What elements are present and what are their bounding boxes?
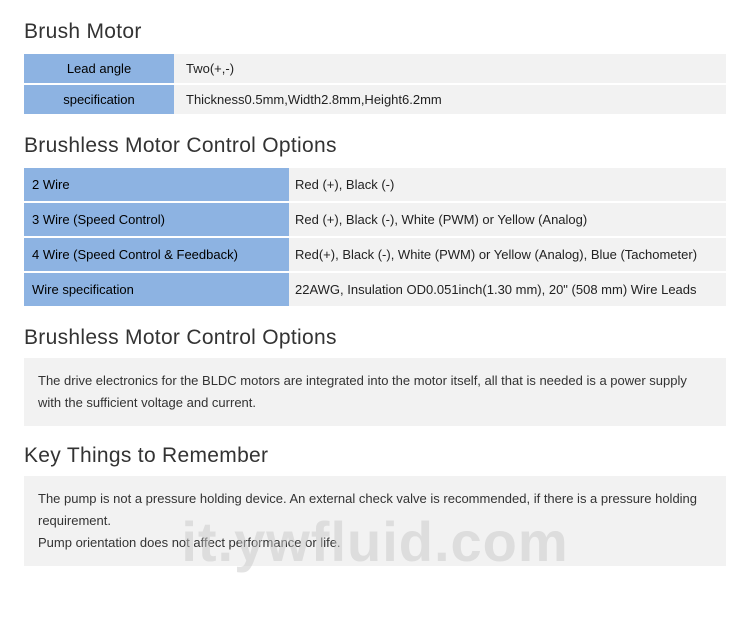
control-options-info: The drive electronics for the BLDC motor…	[24, 358, 726, 426]
section-title-control-options-text: Brushless Motor Control Options	[24, 326, 726, 350]
option-value: Red (+), Black (-)	[289, 168, 726, 201]
table-row: 4 Wire (Speed Control & Feedback) Red(+)…	[24, 238, 726, 271]
table-row: Lead angle Two(+,-)	[24, 54, 726, 83]
section-title-control-options: Brushless Motor Control Options	[24, 134, 726, 158]
option-value: Red(+), Black (-), White (PWM) or Yellow…	[289, 238, 726, 271]
table-row: 3 Wire (Speed Control) Red (+), Black (-…	[24, 203, 726, 236]
key-things-info: The pump is not a pressure holding devic…	[24, 476, 726, 566]
option-value: 22AWG, Insulation OD0.051inch(1.30 mm), …	[289, 273, 726, 306]
spec-label: Lead angle	[24, 54, 174, 83]
table-row: 2 Wire Red (+), Black (-)	[24, 168, 726, 201]
spec-value: Two(+,-)	[174, 54, 726, 83]
section-title-key-things: Key Things to Remember	[24, 444, 726, 468]
section-title-brush-motor: Brush Motor	[24, 20, 726, 44]
spec-label: specification	[24, 85, 174, 114]
table-row: specification Thickness0.5mm,Width2.8mm,…	[24, 85, 726, 114]
option-label: 3 Wire (Speed Control)	[24, 203, 289, 236]
option-value: Red (+), Black (-), White (PWM) or Yello…	[289, 203, 726, 236]
option-label: 4 Wire (Speed Control & Feedback)	[24, 238, 289, 271]
spec-value: Thickness0.5mm,Width2.8mm,Height6.2mm	[174, 85, 726, 114]
option-label: 2 Wire	[24, 168, 289, 201]
option-label: Wire specification	[24, 273, 289, 306]
table-row: Wire specification 22AWG, Insulation OD0…	[24, 273, 726, 306]
control-options-table: 2 Wire Red (+), Black (-) 3 Wire (Speed …	[24, 166, 726, 308]
brush-motor-table: Lead angle Two(+,-) specification Thickn…	[24, 52, 726, 116]
